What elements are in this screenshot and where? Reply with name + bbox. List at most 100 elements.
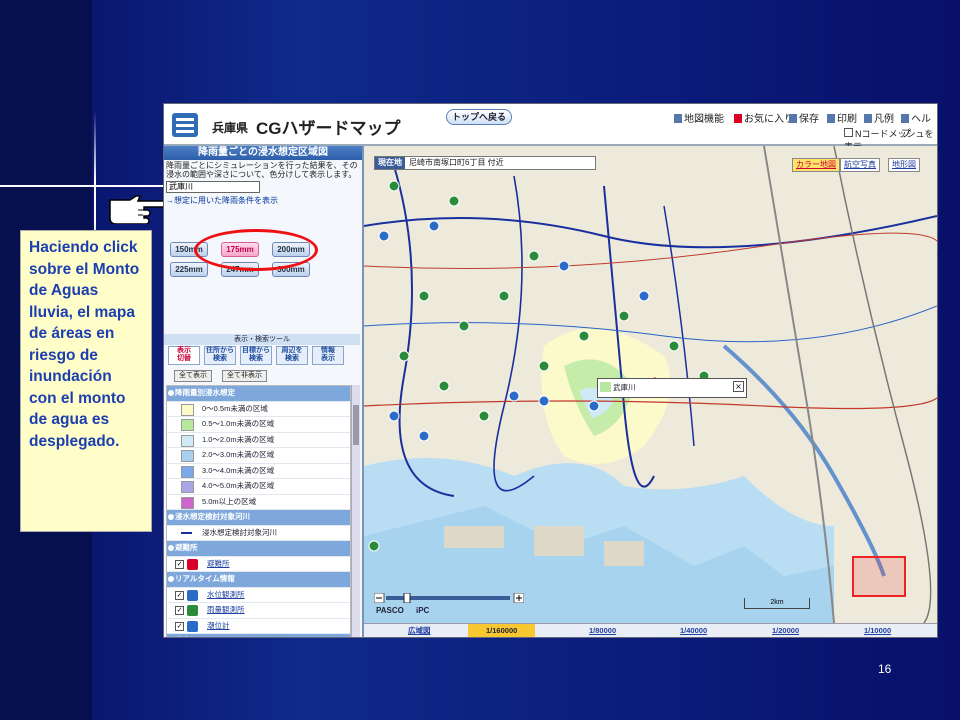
legend-swatch [181, 450, 194, 462]
menu-save[interactable]: 保存 [789, 110, 819, 125]
legend-list: 降雨量別浸水想定 0〜0.5m未満の区域 0.5〜1.0m未満の区域 1.0〜2.0m… [166, 385, 351, 637]
legend-icon [864, 114, 872, 123]
map-scale-bar: 2km [744, 598, 810, 609]
legend-section-header: リアルタイム情報 [167, 572, 350, 588]
tool-display-toggle[interactable]: 表示 切替 [168, 346, 200, 365]
legend-section-header: 避難所 [167, 541, 350, 557]
legend-label: 2.0〜3.0m未満の区域 [202, 450, 275, 459]
layer-link[interactable]: 潮位計 [207, 619, 230, 634]
legend-depth-row: 5.0m以上の区域 [167, 495, 350, 510]
tab-topographic[interactable]: 地形図 [888, 158, 920, 172]
help-icon [901, 114, 909, 123]
river-select[interactable]: 武庫川 [166, 181, 260, 193]
rain-gauge-station-icon [187, 605, 198, 616]
scale-wide-area[interactable]: 広域図 [408, 624, 431, 637]
legend-layer-row[interactable]: ✓ 避難所 [167, 557, 350, 572]
pointing-hand-icon [109, 195, 166, 224]
legend-depth-row: 2.0〜3.0m未満の区域 [167, 448, 350, 464]
hide-all-button[interactable]: 全て非表示 [222, 370, 267, 382]
layer-link[interactable]: 雨量観測所 [207, 603, 245, 618]
layer-checkbox[interactable]: ✓ [175, 621, 184, 631]
legend-river-row: 浸水想定検討対象河川 [167, 526, 350, 541]
legend-label: 浸水想定検討対象河川 [202, 527, 277, 537]
scale-1-160000[interactable]: 1/160000 [468, 624, 536, 637]
legend-layer-row[interactable]: ✓ 雨量観測所 [167, 603, 350, 619]
menu-map-function[interactable]: 地図機能 [674, 110, 724, 125]
page-number: 16 [878, 662, 892, 676]
save-icon [789, 114, 797, 123]
ipc-logo: iPC [416, 606, 430, 615]
tool-info-display[interactable]: 情報 表示 [312, 346, 344, 365]
legend-section-header: 浸水想定検討対象河川 [167, 510, 350, 526]
legend-label: 5.0m以上の区域 [202, 496, 257, 506]
back-to-top-button[interactable]: トップへ戻る [446, 109, 512, 125]
annotation-box: Haciendo click sobre el Monto de Aguas l… [20, 230, 152, 532]
water-level-station-icon [187, 589, 198, 601]
app-title: CGハザードマップ [256, 119, 401, 138]
legend-layer-row[interactable]: ✓ 水位観測所 [167, 588, 350, 603]
river-popup: 武庫川 × [597, 378, 747, 398]
menu-print[interactable]: 印刷 [827, 110, 857, 125]
menu-legend[interactable]: 凡例 [864, 110, 894, 125]
popup-swatch [600, 382, 611, 392]
tool-address-search[interactable]: 住所から 検索 [204, 346, 236, 365]
legend-label: 0.5〜1.0m未満の区域 [202, 419, 275, 428]
tide-gauge-icon [187, 620, 198, 632]
tab-color-map[interactable]: カラー地図 [792, 158, 840, 172]
show-all-button[interactable]: 全て表示 [174, 370, 212, 382]
map-function-icon [674, 114, 682, 123]
highlight-circle [194, 229, 318, 271]
shelter-icon [187, 558, 198, 570]
scale-1-80000[interactable]: 1/80000 [589, 624, 616, 637]
legend-swatch [181, 403, 194, 416]
menu-favorite[interactable]: お気に入り [734, 110, 794, 125]
scale-1-20000[interactable]: 1/20000 [772, 624, 799, 637]
map-view[interactable]: + 現在地尼崎市南塚口町6丁目 付近 カラー地図 航空写真 地形図 武庫川 × … [364, 146, 937, 623]
tool-landmark-search[interactable]: 目標から 検索 [240, 346, 272, 365]
print-icon [827, 114, 835, 123]
overview-minimap[interactable] [852, 556, 906, 597]
ncode-checkbox[interactable] [844, 128, 853, 137]
tool-header: 表示・検索ツール [164, 334, 360, 345]
hyogo-logo-icon [172, 113, 198, 137]
legend-label: 0〜0.5m未満の区域 [202, 403, 268, 413]
panel-description: 降雨量ごとにシミュレーションを行った結果を、その浸水の範囲や深さについて、色分け… [166, 161, 358, 179]
layer-link[interactable]: 水位観測所 [207, 588, 245, 603]
legend-swatch [181, 434, 194, 447]
legend-depth-row: 1.0〜2.0m未満の区域 [167, 433, 350, 448]
legend-swatch [181, 496, 194, 509]
legend-layer-row[interactable]: ✓ 潮位計 [167, 619, 350, 634]
legend-section-header: 降雨量別浸水想定 [167, 386, 350, 402]
scale-1-40000[interactable]: 1/40000 [680, 624, 707, 637]
legend-label: 3.0〜4.0m未満の区域 [202, 465, 275, 475]
layer-checkbox[interactable]: ✓ [175, 559, 184, 569]
legend-label: 1.0〜2.0m未満の区域 [202, 434, 275, 444]
zoom-thumb [403, 593, 411, 603]
rain-225mm-button[interactable]: 225mm [170, 262, 208, 277]
zoom-slider[interactable] [374, 593, 524, 603]
legend-depth-row: 0〜0.5m未満の区域 [167, 402, 350, 417]
layer-checkbox[interactable]: ✓ [175, 590, 184, 600]
current-location-field[interactable]: 現在地 尼崎市南塚口町6丁目 付近 [374, 156, 596, 170]
legend-depth-row: 3.0〜4.0m未満の区域 [167, 464, 350, 479]
legend-depth-row: 0.5〜1.0m未満の区域 [167, 417, 350, 433]
tab-aerial-photo[interactable]: 航空写真 [840, 158, 880, 172]
app-header: 兵庫県 CGハザードマップ トップへ戻る 地図機能 お気に入り 保存 印刷 凡例… [164, 104, 937, 152]
popup-label: 武庫川 [613, 383, 636, 392]
scale-1-10000[interactable]: 1/10000 [864, 624, 891, 637]
legend-scrollbar[interactable] [351, 385, 360, 637]
current-location-value: 尼崎市南塚口町6丁目 付近 [409, 158, 504, 167]
rain-condition-link[interactable]: →想定に用いた降雨条件を表示 [164, 194, 362, 207]
pasco-logo: PASCO [376, 606, 404, 615]
popup-close-icon[interactable]: × [733, 381, 744, 392]
layer-link[interactable]: 避難所 [207, 557, 230, 572]
legend-swatch [181, 465, 194, 478]
tool-nearby-search[interactable]: 周辺を 検索 [276, 346, 308, 365]
prefecture-name: 兵庫県 [212, 121, 249, 135]
legend-label: 4.0〜5.0m未満の区域 [202, 481, 275, 490]
legend-swatch [181, 481, 194, 493]
current-location-label: 現在地 [375, 157, 405, 169]
left-panel: 降雨量ごとの浸水想定区域図 降雨量ごとにシミュレーションを行った結果を、その浸水… [164, 146, 364, 637]
layer-checkbox[interactable]: ✓ [175, 606, 184, 615]
hazard-map-screenshot: 兵庫県 CGハザードマップ トップへ戻る 地図機能 お気に入り 保存 印刷 凡例… [163, 103, 938, 638]
